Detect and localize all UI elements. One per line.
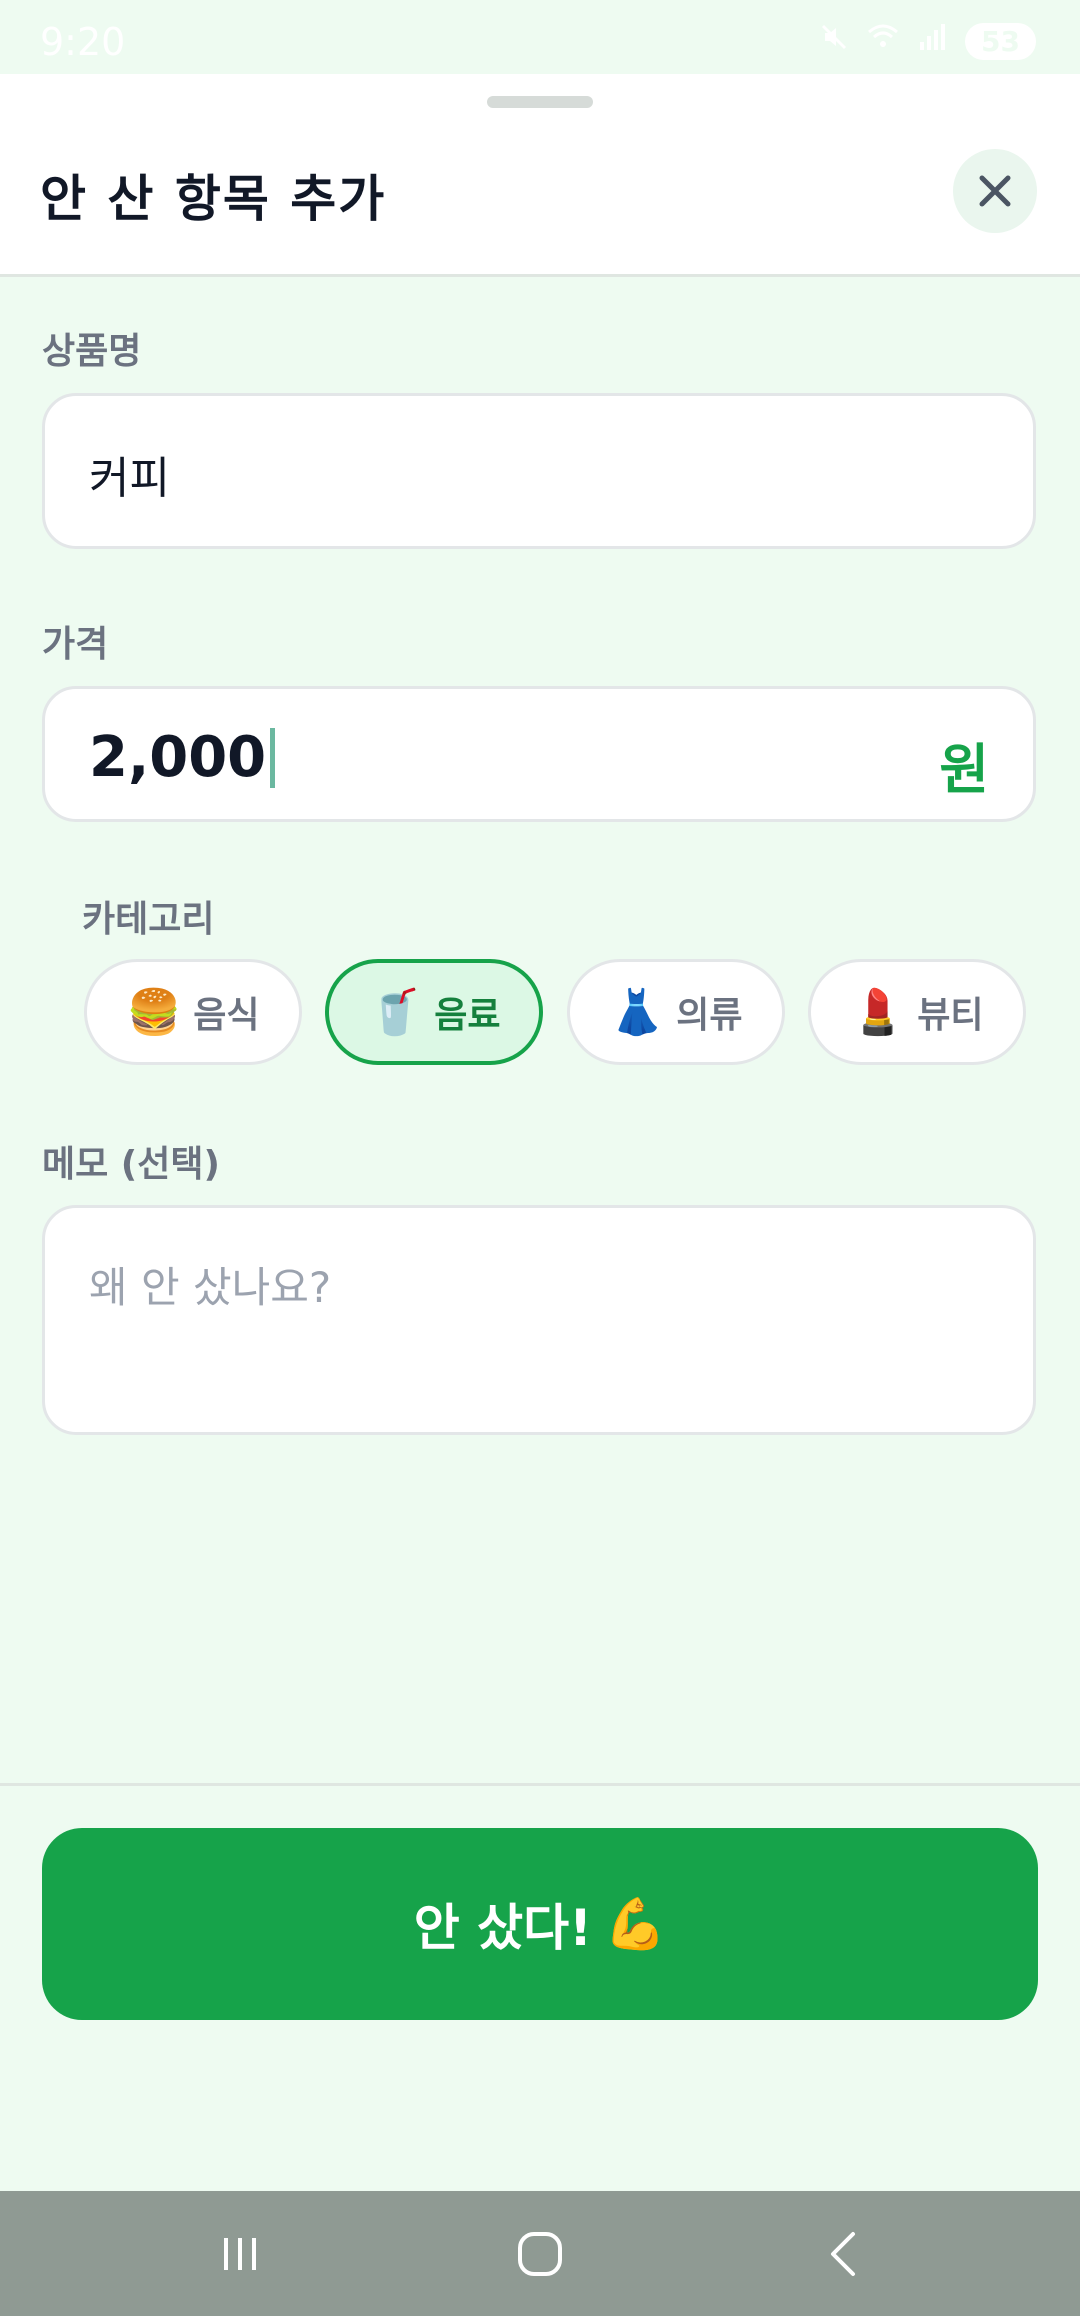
- chip-label: 의류: [676, 995, 743, 1036]
- drag-handle[interactable]: [487, 96, 593, 108]
- submit-label: 안 샀다!: [413, 1899, 592, 1957]
- battery-level: 53: [981, 24, 1020, 58]
- battery-icon: 53: [965, 22, 1036, 60]
- close-button[interactable]: [953, 149, 1037, 233]
- status-time: 9:20: [40, 20, 126, 64]
- sheet-header: 안 산 항목 추가: [0, 74, 1080, 277]
- wifi-icon: [867, 22, 899, 60]
- recent-apps-icon: [224, 2237, 256, 2270]
- category-chip-beauty[interactable]: 💄 뷰티: [808, 959, 1026, 1065]
- price-value-wrapper: 2,000: [89, 725, 276, 790]
- flexed-biceps-icon: 💪: [603, 1894, 667, 1953]
- price-input[interactable]: 2,000 원: [42, 686, 1036, 822]
- memo-placeholder: 왜 안 샀나요?: [89, 1263, 332, 1312]
- chip-label: 음식: [193, 995, 260, 1036]
- memo-textarea[interactable]: 왜 안 샀나요?: [42, 1205, 1036, 1435]
- category-chip-clothing[interactable]: 👗 의류: [567, 959, 785, 1065]
- signal-icon: [917, 22, 947, 60]
- home-button[interactable]: [480, 2191, 600, 2316]
- price-label: 가격: [42, 624, 109, 665]
- back-icon: [831, 2231, 855, 2276]
- category-chip-drink[interactable]: 🥤 음료: [325, 959, 543, 1065]
- name-label: 상품명: [42, 331, 142, 372]
- system-nav-bar: [0, 2191, 1080, 2316]
- category-label: 카테고리: [82, 899, 215, 940]
- lipstick-icon: 💄: [850, 987, 906, 1038]
- category-chip-food[interactable]: 🍔 음식: [84, 959, 302, 1065]
- status-icons: 53: [819, 22, 1036, 60]
- currency-unit: 원: [939, 738, 989, 801]
- status-bar: 9:20 53: [0, 0, 1080, 74]
- bottom-divider: [0, 1783, 1080, 1786]
- back-button[interactable]: [785, 2191, 905, 2316]
- hamburger-icon: 🍔: [126, 987, 182, 1038]
- drink-cup-icon: 🥤: [367, 987, 423, 1038]
- submit-button[interactable]: 안 샀다! 💪: [42, 1828, 1038, 2020]
- name-value: 커피: [89, 453, 170, 504]
- home-icon: [518, 2231, 562, 2276]
- mute-icon: [819, 22, 849, 60]
- name-input[interactable]: 커피: [42, 393, 1036, 549]
- chip-label: 음료: [434, 995, 501, 1036]
- memo-label: 메모 (선택): [42, 1144, 220, 1185]
- dress-icon: 👗: [609, 987, 665, 1038]
- recent-apps-button[interactable]: [180, 2191, 300, 2316]
- price-value: 2,000: [89, 725, 267, 790]
- chip-label: 뷰티: [917, 995, 984, 1036]
- sheet-title: 안 산 항목 추가: [40, 170, 387, 228]
- text-caret: [270, 727, 276, 788]
- close-icon: [979, 175, 1011, 207]
